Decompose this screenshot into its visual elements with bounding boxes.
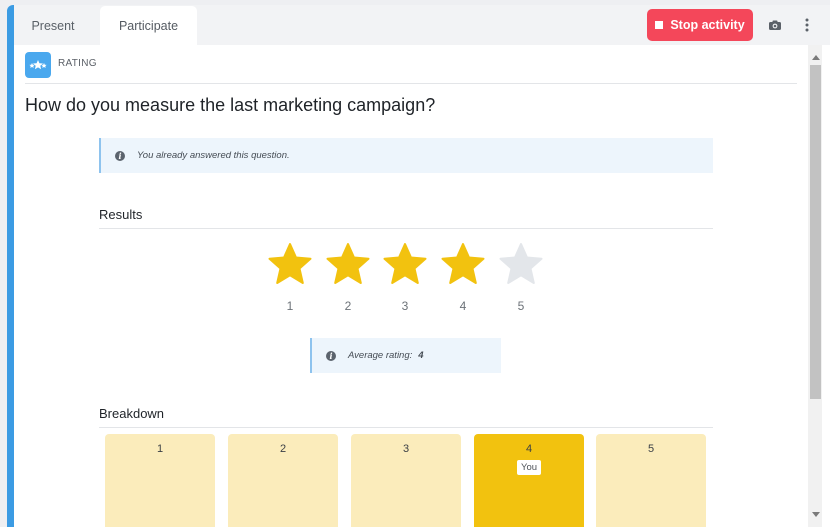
- vertical-scrollbar[interactable]: [808, 45, 822, 527]
- scroll-thumb[interactable]: [810, 65, 821, 399]
- breakdown-bar-label: 2: [279, 443, 287, 455]
- breakdown-title: Breakdown: [99, 406, 165, 421]
- results-title: Results: [99, 207, 143, 222]
- breakdown-bars: 1 2 3 4 You 5: [105, 434, 708, 527]
- star-5-icon: [499, 243, 543, 284]
- info-icon: i: [115, 150, 125, 161]
- camera-icon[interactable]: [768, 18, 782, 32]
- tab-participate[interactable]: Participate: [100, 6, 197, 45]
- activity-frame: Present Participate Stop activity RATING…: [7, 5, 830, 527]
- star-2-label: 2: [344, 299, 352, 313]
- average-rating-box: i Average rating: 4: [310, 338, 501, 373]
- breakdown-bar-4: 4 You: [474, 434, 584, 527]
- more-vertical-icon[interactable]: [800, 17, 814, 33]
- stop-activity-button[interactable]: Stop activity: [647, 9, 753, 41]
- star-1-label: 1: [286, 299, 294, 313]
- activity-type-label: RATING: [58, 58, 97, 69]
- scroll-down-icon[interactable]: [812, 512, 820, 517]
- answered-notice: i You already answered this question.: [99, 138, 713, 173]
- you-tag: You: [516, 460, 542, 475]
- top-bar: Present Participate Stop activity: [14, 5, 830, 45]
- star-5-label: 5: [517, 299, 525, 313]
- star-4-label: 4: [459, 299, 467, 313]
- stop-activity-label: Stop activity: [670, 18, 745, 32]
- breakdown-bar-1: 1: [105, 434, 215, 527]
- star-1-icon: [268, 243, 312, 284]
- star-3-label: 3: [401, 299, 409, 313]
- tab-present[interactable]: Present: [19, 6, 87, 45]
- stop-icon: [655, 21, 664, 29]
- divider: [99, 427, 713, 428]
- average-rating-value: 4: [418, 350, 424, 361]
- star-2-icon: [326, 243, 370, 284]
- divider: [25, 83, 797, 84]
- star-3-icon: [383, 243, 427, 284]
- star-4-icon: [441, 243, 485, 284]
- breakdown-bar-label: 3: [402, 443, 410, 455]
- breakdown-bar-label: 4: [525, 443, 533, 455]
- info-icon: i: [326, 350, 336, 361]
- breakdown-bar-label: 5: [647, 443, 655, 455]
- question-title: How do you measure the last marketing ca…: [25, 95, 436, 115]
- breakdown-bar-3: 3: [351, 434, 461, 527]
- scroll-up-icon[interactable]: [812, 55, 820, 60]
- breakdown-bar-5: 5: [596, 434, 706, 527]
- rating-stars: 1 2 3 4 5: [266, 241, 546, 313]
- breakdown-bar-2: 2: [228, 434, 338, 527]
- answered-notice-text: You already answered this question.: [137, 150, 290, 161]
- average-rating-label: Average rating:: [348, 350, 413, 361]
- breakdown-bar-label: 1: [156, 443, 164, 455]
- divider: [99, 228, 713, 229]
- rating-stars-icon: [25, 52, 51, 78]
- activity-content: RATING How do you measure the last marke…: [14, 45, 808, 527]
